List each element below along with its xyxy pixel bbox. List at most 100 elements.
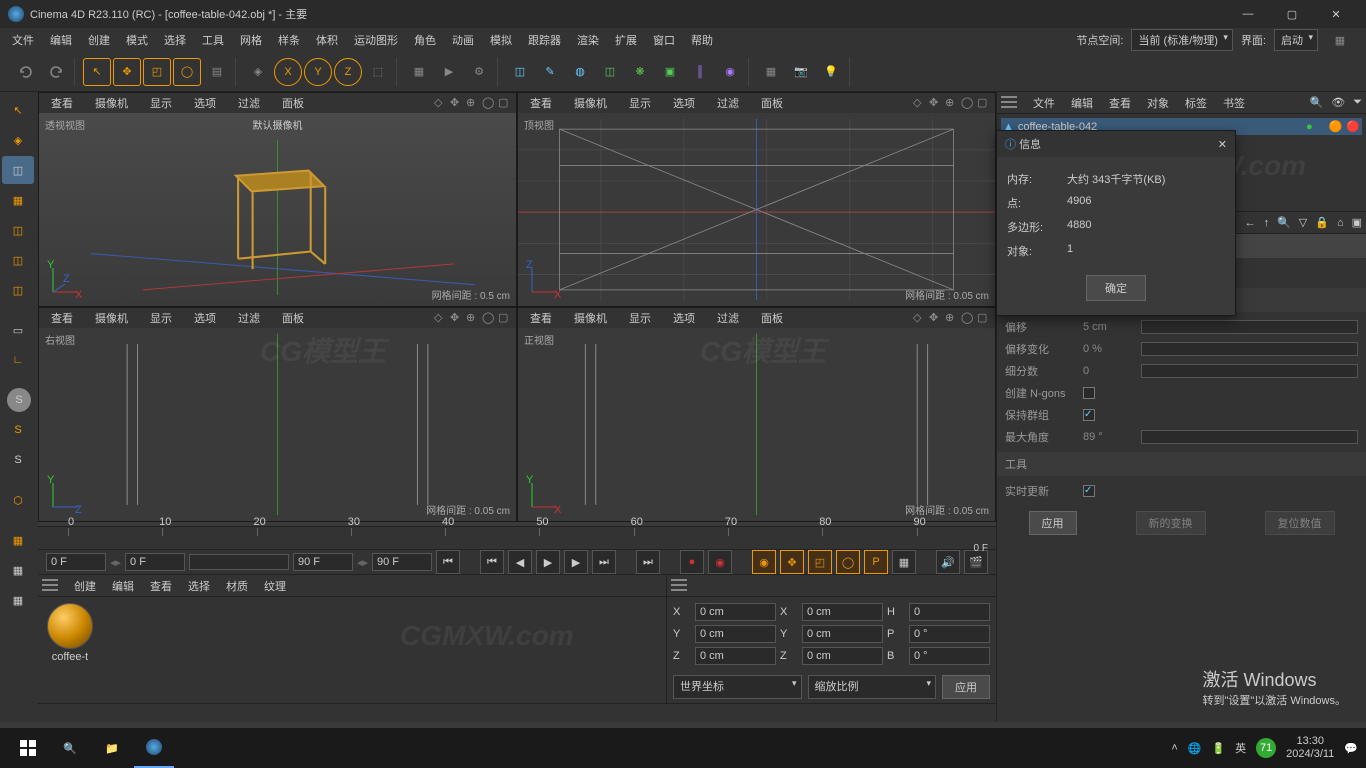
cinema4d-taskbar-button[interactable] (134, 728, 174, 768)
obj-menu-查看[interactable]: 查看 (1101, 94, 1139, 114)
nav-back-icon[interactable]: ← (1245, 217, 1256, 229)
menu-跟踪器[interactable]: 跟踪器 (520, 28, 569, 52)
scale-tool[interactable]: ◰ (143, 58, 171, 86)
obj-menu-书签[interactable]: 书签 (1215, 94, 1253, 114)
next-key-button[interactable]: ⏭ (592, 550, 616, 574)
environment-button[interactable]: ❋ (626, 58, 654, 86)
minimize-button[interactable]: — (1226, 0, 1270, 28)
end-frame-a-input[interactable] (293, 553, 353, 571)
nav-fwd-icon[interactable]: ↑ (1264, 217, 1270, 229)
redo-button[interactable] (42, 58, 70, 86)
menu-创建[interactable]: 创建 (80, 28, 118, 52)
last-tool[interactable]: ▤ (203, 58, 231, 86)
menu-编辑[interactable]: 编辑 (42, 28, 80, 52)
hamburger-icon[interactable] (671, 579, 687, 593)
undo-button[interactable] (12, 58, 40, 86)
next-frame-button[interactable]: ▶ (564, 550, 588, 574)
offvar-value[interactable]: 0 % (1083, 343, 1133, 355)
rotate-tool[interactable]: ◯ (173, 58, 201, 86)
vp-menu-过滤[interactable]: 过滤 (709, 306, 747, 330)
mat-menu-创建[interactable]: 创建 (66, 577, 104, 597)
cube-primitive-button[interactable]: ◫ (506, 58, 534, 86)
offvar-slider[interactable] (1141, 342, 1358, 356)
grid-3-button[interactable]: ▦ (2, 586, 34, 614)
camera-icon[interactable]: 📷 (787, 58, 815, 86)
tray-up-icon[interactable]: ˄ (1171, 742, 1177, 754)
menu-网格[interactable]: 网格 (232, 28, 270, 52)
light-button[interactable]: ║ (686, 58, 714, 86)
layout-icon[interactable]: ▦ (1326, 26, 1354, 54)
layout-dropdown[interactable]: 启动 (1274, 29, 1318, 51)
menu-扩展[interactable]: 扩展 (607, 28, 645, 52)
obj-menu-文件[interactable]: 文件 (1025, 94, 1063, 114)
apply-button[interactable]: 应用 (1029, 511, 1077, 535)
vp-menu-显示[interactable]: 显示 (142, 306, 180, 330)
select-tool[interactable]: ↖ (83, 58, 111, 86)
timeline-slider[interactable] (189, 554, 289, 570)
coord-system-icon[interactable]: ⬚ (364, 58, 392, 86)
uv-mode-button[interactable]: ▦ (2, 186, 34, 214)
mat-menu-纹理[interactable]: 纹理 (256, 577, 294, 597)
z-axis-lock[interactable]: Z (334, 58, 362, 86)
keep-group-checkbox[interactable] (1083, 409, 1095, 421)
close-button[interactable]: ✕ (1314, 0, 1358, 28)
mat-menu-编辑[interactable]: 编辑 (104, 577, 142, 597)
viewport-right[interactable]: 查看摄像机显示选项过滤面板◇✥⊕◯▢ 右视图 YZ 网格间距 : 0.05 cm (38, 307, 517, 522)
end-frame-b-input[interactable] (372, 553, 432, 571)
rot-b-input[interactable] (909, 647, 990, 665)
vp-menu-显示[interactable]: 显示 (621, 306, 659, 330)
key-pos-button[interactable]: ◉ (752, 550, 776, 574)
maxang-value[interactable]: 89 ° (1083, 431, 1133, 443)
menu-模式[interactable]: 模式 (118, 28, 156, 52)
obj-menu-标签[interactable]: 标签 (1177, 94, 1215, 114)
search-icon[interactable]: 🔍 (1277, 216, 1291, 229)
enable-axis-button[interactable]: ▭ (2, 316, 34, 344)
magnet-button[interactable]: ⬡ (2, 486, 34, 514)
vp-menu-显示[interactable]: 显示 (142, 91, 180, 115)
y-axis-lock[interactable]: Y (304, 58, 332, 86)
reset-button[interactable]: 复位数值 (1265, 511, 1335, 535)
axis-button[interactable]: ∟ (2, 346, 34, 374)
play-button[interactable]: ▶ (536, 550, 560, 574)
pos-y-input[interactable] (695, 625, 776, 643)
polygon-mode-button[interactable]: ◫ (2, 276, 34, 304)
maxang-slider[interactable] (1141, 430, 1358, 444)
close-icon[interactable]: ✕ (1218, 138, 1227, 151)
material-tag-icon[interactable]: 🟠 (1329, 120, 1343, 133)
goto-start-button[interactable]: ⏮ (436, 550, 460, 574)
network-icon[interactable]: 🌐 (1188, 742, 1202, 755)
vp-menu-摄像机[interactable]: 摄像机 (87, 306, 136, 330)
vp-menu-查看[interactable]: 查看 (43, 306, 81, 330)
size-y-input[interactable] (802, 625, 883, 643)
menu-角色[interactable]: 角色 (406, 28, 444, 52)
menu-样条[interactable]: 样条 (270, 28, 308, 52)
offset-value[interactable]: 5 cm (1083, 321, 1133, 333)
vp-menu-摄像机[interactable]: 摄像机 (566, 91, 615, 115)
generator-button[interactable]: ◍ (566, 58, 594, 86)
tag-button[interactable]: ◉ (716, 58, 744, 86)
menu-渲染[interactable]: 渲染 (569, 28, 607, 52)
notifications-icon[interactable]: 💬 (1344, 742, 1358, 755)
key-rot-button[interactable]: ◯ (836, 550, 860, 574)
vp-menu-选项[interactable]: 选项 (665, 91, 703, 115)
search-icon[interactable]: 🔍 (1310, 96, 1324, 109)
render-view-button[interactable]: ▦ (405, 58, 433, 86)
start-frame-input[interactable] (46, 553, 106, 571)
vp-menu-显示[interactable]: 显示 (621, 91, 659, 115)
mat-menu-查看[interactable]: 查看 (142, 577, 180, 597)
move-tool[interactable]: ✥ (113, 58, 141, 86)
obj-menu-对象[interactable]: 对象 (1139, 94, 1177, 114)
viewport-front[interactable]: 查看摄像机显示选项过滤面板◇✥⊕◯▢ 正视图 YX 网格间距 : 0.05 cm (517, 307, 996, 522)
vp-menu-面板[interactable]: 面板 (274, 91, 312, 115)
vp-menu-选项[interactable]: 选项 (665, 306, 703, 330)
hamburger-icon[interactable] (1001, 96, 1017, 110)
explorer-button[interactable]: 📁 (92, 728, 132, 768)
filter-icon[interactable]: ▽ (1299, 216, 1307, 229)
floor-icon[interactable]: ▦ (757, 58, 785, 86)
light-icon[interactable]: 💡 (817, 58, 845, 86)
menu-文件[interactable]: 文件 (4, 28, 42, 52)
menu-模拟[interactable]: 模拟 (482, 28, 520, 52)
menu-体积[interactable]: 体积 (308, 28, 346, 52)
vp-menu-选项[interactable]: 选项 (186, 306, 224, 330)
vp-menu-查看[interactable]: 查看 (522, 91, 560, 115)
